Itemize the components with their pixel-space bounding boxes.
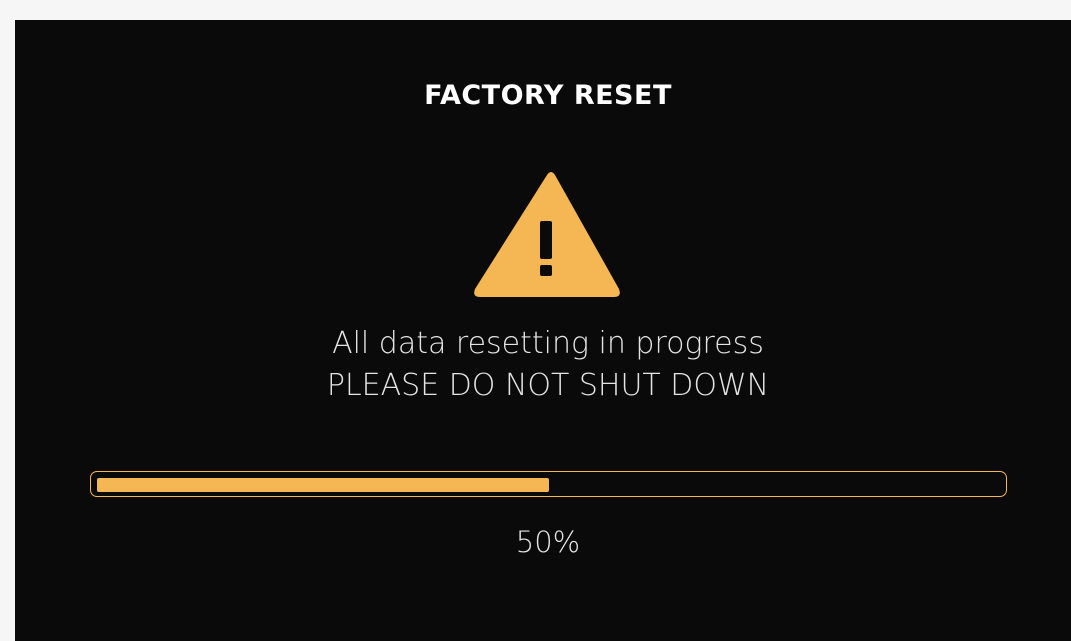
progress-percent-label: 50% xyxy=(515,525,581,559)
factory-reset-screen: FACTORY RESET All data resetting in prog… xyxy=(15,20,1071,641)
warning-triangle-icon xyxy=(474,172,620,297)
dialog-title: FACTORY RESET xyxy=(424,80,672,111)
progress-bar xyxy=(90,471,1007,497)
status-message: All data resetting in progress PLEASE DO… xyxy=(15,323,1071,407)
message-line-1: All data resetting in progress xyxy=(332,326,764,361)
message-line-2: PLEASE DO NOT SHUT DOWN xyxy=(326,368,770,403)
progress-bar-fill xyxy=(97,478,549,492)
